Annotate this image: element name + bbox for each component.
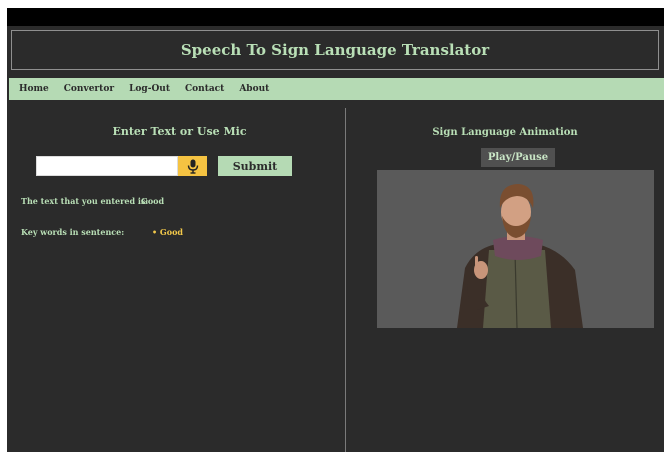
entered-text-label: The text that you entered is: [21, 196, 149, 206]
nav-about-link[interactable]: About [239, 84, 269, 94]
page-header: Speech To Sign Language Translator [11, 30, 659, 70]
bullet-icon: • [152, 227, 160, 237]
mic-button[interactable] [178, 156, 207, 176]
nav-bar: Home Convertor Log-Out Contact About [9, 78, 664, 100]
text-input-group [36, 156, 207, 176]
submit-button[interactable]: Submit [218, 156, 292, 176]
panel-divider [345, 108, 346, 452]
play-pause-button[interactable]: Play/Pause [481, 148, 555, 167]
keyword-text: Good [159, 227, 184, 237]
nav-convertor-link[interactable]: Convertor [64, 84, 114, 94]
keyword-item: • Good [152, 227, 183, 237]
nav-contact-link[interactable]: Contact [185, 84, 224, 94]
microphone-icon [187, 159, 198, 174]
top-band [7, 8, 664, 26]
input-section-title: Enter Text or Use Mic [112, 125, 247, 138]
avatar-figure [457, 184, 583, 328]
app-window: Speech To Sign Language Translator Home … [7, 8, 664, 452]
animation-section-title: Sign Language Animation [432, 127, 578, 138]
page-title: Speech To Sign Language Translator [180, 41, 490, 59]
text-input[interactable] [36, 156, 178, 176]
nav-logout-link[interactable]: Log-Out [129, 84, 170, 94]
keywords-label: Key words in sentence: [21, 227, 125, 237]
nav-home-link[interactable]: Home [19, 84, 49, 94]
entered-text-value: Good [141, 196, 165, 206]
animation-canvas[interactable] [377, 170, 654, 328]
